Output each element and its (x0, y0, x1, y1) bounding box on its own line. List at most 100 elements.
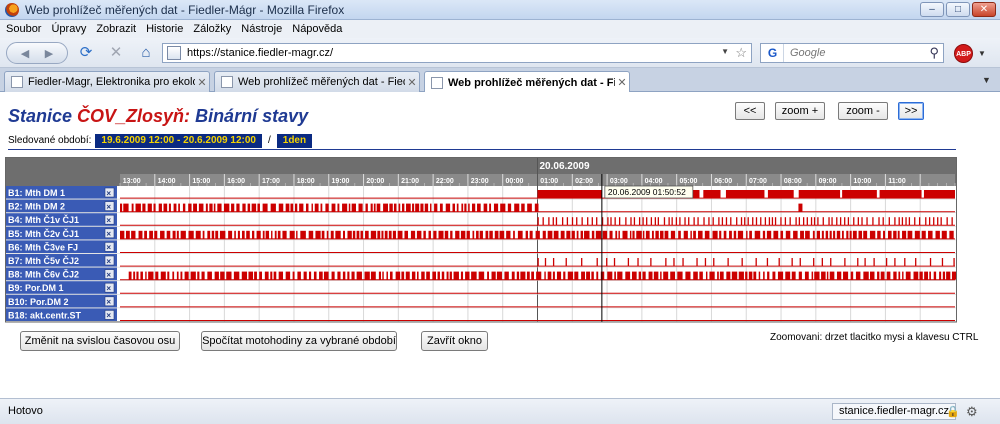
signal-on-bar (821, 258, 823, 267)
menu-zalozky[interactable]: Záložky (193, 23, 231, 35)
signal-on-bar (748, 271, 753, 280)
signal-on-bar (941, 230, 947, 239)
calc-hours-button[interactable]: Spočítat motohodiny za vybrané období (201, 331, 397, 351)
close-tab-icon[interactable]: ✕ (195, 76, 209, 89)
home-icon[interactable]: ⌂ (136, 43, 156, 63)
signal-on-bar (645, 230, 650, 239)
signal-on-bar (784, 217, 787, 226)
url-dropdown-icon[interactable]: ▼ (721, 47, 729, 56)
signal-on-bar (642, 271, 646, 280)
signal-on-bar (879, 190, 922, 199)
signal-on-bar (918, 217, 921, 226)
signal-on-bar (521, 203, 525, 212)
signal-on-bar (804, 271, 809, 280)
page-content: Stanice ČOV_Zlosyň: Binární stavy << zoo… (0, 92, 1000, 398)
signal-on-bar (894, 258, 896, 267)
bookmark-star-icon[interactable]: ☆ (735, 45, 747, 61)
signal-on-bar (251, 203, 257, 212)
close-window-button[interactable]: Zavřít okno (421, 331, 488, 351)
minimize-icon[interactable]: – (920, 2, 944, 17)
signal-on-bar (617, 271, 623, 280)
close-tab-icon[interactable]: ✕ (405, 76, 419, 89)
signal-on-bar (800, 230, 804, 239)
signal-on-bar (587, 217, 589, 226)
menu-soubor[interactable]: Soubor (6, 23, 41, 35)
signal-on-bar (500, 203, 506, 212)
adblock-dropdown-icon[interactable]: ▼ (978, 49, 986, 58)
signal-on-bar (552, 217, 554, 226)
signal-on-bar (198, 203, 204, 212)
status-domain[interactable]: stanice.fiedler-magr.cz (832, 403, 957, 420)
signal-on-bar (483, 203, 488, 212)
signal-on-bar (397, 230, 403, 239)
binary-states-chart[interactable]: 20.06.2009 13:00 14:00 15:00 16:00 17:00 18:00… (5, 157, 957, 323)
signal-on-bar (401, 271, 405, 280)
period-range[interactable]: 19.6.2009 12:00 - 20.6.2009 12:00 (95, 134, 262, 148)
signal-on-bar (921, 230, 926, 239)
back-arrow-icon[interactable]: ◀ (21, 47, 29, 60)
signal-on-bar (552, 258, 555, 267)
signal-on-bar (798, 271, 802, 280)
menu-upravy[interactable]: Úpravy (51, 23, 86, 35)
signal-on-bar (433, 230, 437, 239)
search-input[interactable] (788, 46, 918, 60)
menu-zobrazit[interactable]: Zobrazit (96, 23, 136, 35)
prev-period-button[interactable]: << (735, 102, 765, 120)
signal-on-bar (768, 217, 771, 226)
search-bar[interactable]: G ⚲ (760, 43, 944, 63)
menu-nastroje[interactable]: Nástroje (241, 23, 282, 35)
signal-on-bar (450, 230, 453, 239)
tab-web-prohlizec-2[interactable]: Web prohlížeč měřených dat - Fie... ✕ (424, 71, 630, 93)
signal-on-bar (144, 230, 147, 239)
close-tab-icon[interactable]: ✕ (615, 76, 629, 89)
signal-on-bar (591, 217, 593, 226)
search-icon[interactable]: ⚲ (929, 45, 939, 61)
zoom-in-button[interactable]: zoom + (775, 102, 825, 120)
signal-on-bar (125, 230, 130, 239)
signal-on-bar (145, 271, 147, 280)
signal-on-bar (423, 230, 426, 239)
url-bar[interactable]: https://stanice.fiedler-magr.cz/ ▼ ☆ (162, 43, 752, 63)
back-forward-button[interactable]: ◀ ▶ (6, 42, 68, 64)
tab-web-prohlizec-1[interactable]: Web prohlížeč měřených dat - Fiedl... ✕ (214, 71, 420, 92)
zoom-out-button[interactable]: zoom - (838, 102, 888, 120)
url-text[interactable]: https://stanice.fiedler-magr.cz/ (187, 47, 333, 59)
signal-on-bar (428, 230, 431, 239)
addons-icon[interactable]: ⚙ (966, 404, 978, 420)
next-period-button[interactable]: >> (898, 102, 924, 120)
signal-on-bar (278, 203, 284, 212)
signal-on-bar (581, 217, 583, 226)
signal-on-bar (726, 271, 731, 280)
site-identity-icon[interactable] (167, 46, 181, 60)
period-length[interactable]: 1den (276, 134, 313, 148)
signal-on-bar (836, 271, 842, 280)
signal-on-bar (693, 271, 698, 280)
stop-icon[interactable]: ✕ (106, 43, 126, 63)
series-remove-x: × (106, 202, 111, 211)
forward-arrow-icon[interactable]: ▶ (45, 47, 53, 60)
signal-on-bar (370, 203, 373, 212)
signal-on-bar (670, 271, 676, 280)
menu-historie[interactable]: Historie (146, 23, 183, 35)
adblock-icon[interactable]: ABP (954, 44, 973, 63)
close-window-icon[interactable]: ✕ (972, 2, 996, 17)
tab-list-icon[interactable]: ▼ (982, 75, 991, 85)
signal-on-bar (580, 230, 583, 239)
signal-on-bar (504, 271, 509, 280)
signal-on-bar (596, 258, 598, 267)
signal-on-bar (303, 271, 307, 280)
signal-on-bar (745, 271, 748, 280)
signal-on-bar (167, 271, 170, 280)
maximize-icon[interactable]: □ (946, 2, 970, 17)
lock-icon[interactable]: 🔒 (946, 405, 960, 418)
signal-on-bar (323, 271, 329, 280)
search-engine-icon[interactable]: G (762, 44, 784, 62)
signal-on-bar (887, 230, 892, 239)
toggle-axis-button[interactable]: Změnit na svislou časovou osu (20, 331, 180, 351)
signal-on-bar (190, 271, 196, 280)
signal-on-bar (924, 271, 929, 280)
tab-fiedler-magr[interactable]: Fiedler-Magr, Elektronika pro ekologii ✕ (4, 71, 210, 92)
reload-icon[interactable]: ⟳ (76, 43, 96, 63)
menu-napoveda[interactable]: Nápověda (292, 23, 342, 35)
signal-on-bar (289, 230, 295, 239)
